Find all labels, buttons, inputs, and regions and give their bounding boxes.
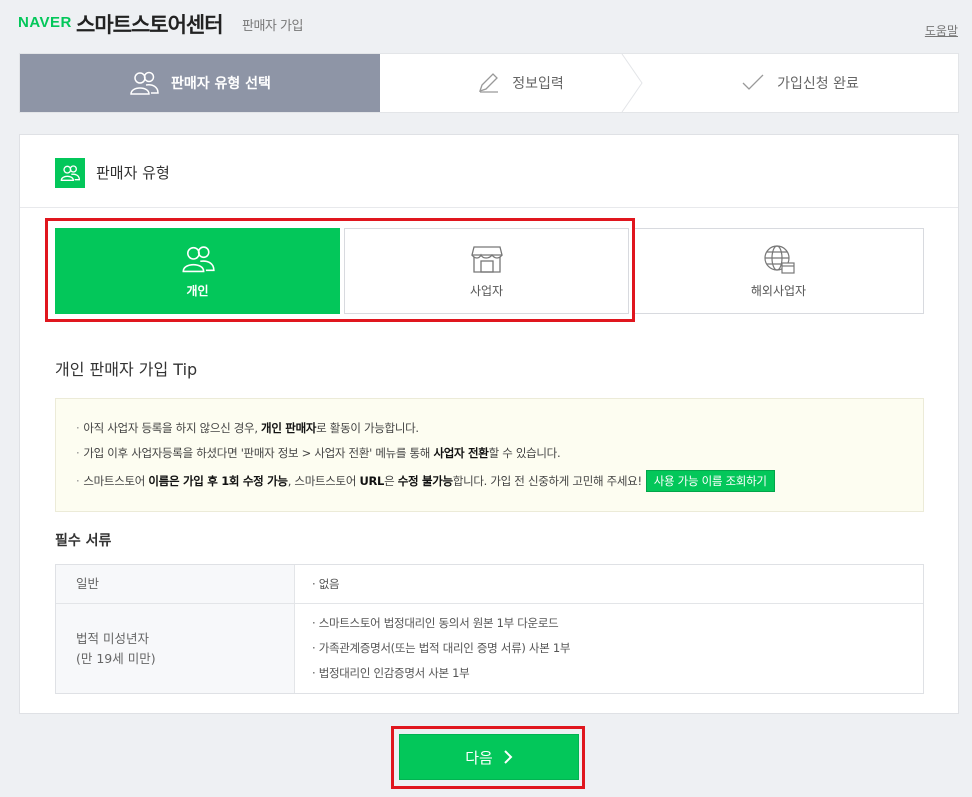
users-icon (129, 70, 159, 96)
tip-line: · 스마트스토어 이름은 가입 후 1회 수정 가능, 스마트스토어 URL은 수… (76, 470, 923, 495)
pencil-icon (476, 71, 500, 95)
tip-text: 할 수 있습니다. (488, 446, 561, 460)
tip-text-bold: 사업자 전환 (433, 446, 489, 460)
tip-text: 아직 사업자 등록을 하지 않으신 경우, (83, 421, 262, 435)
docs-value: · 없음 (312, 576, 340, 591)
chevron-right-icon (503, 750, 513, 764)
seller-type-options: 개인 사업자 해외사업자 (55, 228, 924, 314)
docs-value-text[interactable]: 스마트스토어 법정대리인 동의서 원본 1부 다운로드 (319, 616, 559, 630)
seller-type-card: 판매자 유형 개인 사업자 해외사업자 개인 판매자 가입 Tip · 아직 사… (19, 134, 959, 714)
docs-value-text: 법정대리인 인감증명서 사본 1부 (318, 666, 470, 680)
signup-stepper: 판매자 유형 선택 정보입력 가입신청 완료 (19, 53, 959, 113)
seller-type-label: 해외사업자 (750, 283, 807, 298)
seller-type-label: 개인 (186, 283, 209, 298)
docs-key-line: (만 19세 미만) (76, 650, 156, 666)
tip-line: · 가입 이후 사업자등록을 하셨다면 '판매자 정보 > 사업자 전환' 메뉴를… (76, 445, 923, 470)
next-button-label: 다음 (465, 748, 493, 767)
check-available-name-button[interactable]: 사용 가능 이름 조회하기 (645, 470, 775, 492)
tip-text: 로 활동이 가능합니다. (316, 421, 419, 435)
docs-values: · 없음 (312, 565, 340, 603)
next-button[interactable]: 다음 (399, 734, 579, 780)
docs-key-line: 법적 미성년자 (76, 630, 149, 646)
docs-key: 일반 (56, 565, 295, 603)
users-icon (55, 158, 85, 188)
step-complete: 가입신청 완료 (640, 54, 960, 112)
tip-text: 은 (384, 474, 398, 488)
check-icon (741, 73, 765, 93)
docs-value[interactable]: · 스마트스토어 법정대리인 동의서 원본 1부 다운로드 (312, 611, 570, 636)
table-row: 일반 · 없음 (56, 565, 923, 604)
docs-values: · 스마트스토어 법정대리인 동의서 원본 1부 다운로드 · 가족관계증명서(… (312, 604, 570, 693)
seller-type-personal-button[interactable]: 개인 (55, 228, 340, 314)
required-docs-table: 일반 · 없음 법적 미성년자 (만 19세 미만) · 스마트스토어 법정대리… (55, 564, 924, 694)
step-label: 정보입력 (512, 76, 564, 92)
docs-value-text: 가족관계증명서(또는 법적 대리인 증명 서류) 사본 1부 (318, 641, 571, 655)
step-label: 판매자 유형 선택 (171, 76, 271, 92)
help-link[interactable]: 도움말 (925, 22, 958, 39)
tip-line: · 아직 사업자 등록을 하지 않으신 경우, 개인 판매자로 활동이 가능합니다… (76, 420, 923, 445)
table-row: 법적 미성년자 (만 19세 미만) · 스마트스토어 법정대리인 동의서 원본… (56, 604, 923, 693)
tip-text: 스마트스토어 (83, 474, 149, 488)
users-icon (181, 244, 215, 274)
step-info-input: 정보입력 (400, 54, 640, 112)
step-arrow (360, 54, 380, 112)
tip-text: 가입 이후 사업자등록을 하셨다면 '판매자 정보 > 사업자 전환' 메뉴를 … (83, 446, 434, 460)
step-seller-type: 판매자 유형 선택 (20, 54, 380, 112)
store-icon (470, 244, 503, 274)
required-docs-title: 필수 서류 (55, 533, 112, 549)
naver-logo[interactable]: NAVER (18, 14, 72, 31)
tip-text-bold: URL (359, 474, 385, 488)
bullet: · (76, 421, 80, 435)
docs-value: · 가족관계증명서(또는 법적 대리인 증명 서류) 사본 1부 (312, 641, 571, 655)
tip-text-bold: 개인 판매자 (261, 421, 317, 435)
page-header: NAVER 스마트스토어센터 판매자 가입 도움말 (0, 0, 972, 48)
tip-text: 합니다. 가입 전 신중하게 고민해 주세요! (452, 474, 642, 488)
docs-value: · 법정대리인 인감증명서 사본 1부 (312, 666, 470, 680)
section-header: 판매자 유형 (20, 135, 958, 208)
docs-value-text: 없음 (318, 576, 340, 591)
globe-store-icon (763, 244, 795, 274)
tip-title: 개인 판매자 가입 Tip (55, 360, 198, 379)
tip-box: · 아직 사업자 등록을 하지 않으신 경우, 개인 판매자로 활동이 가능합니다… (55, 398, 924, 512)
section-title: 판매자 유형 (96, 164, 170, 182)
seller-type-business-button[interactable]: 사업자 (344, 228, 629, 314)
tip-text: , 스마트스토어 (287, 474, 360, 488)
bullet: · (76, 474, 80, 488)
seller-type-overseas-button[interactable]: 해외사업자 (633, 228, 924, 314)
smartstore-center-title[interactable]: 스마트스토어센터 (76, 9, 224, 39)
tip-text-bold: 이름은 가입 후 1회 수정 가능 (148, 474, 288, 488)
seller-type-label: 사업자 (469, 283, 504, 298)
page-subtitle: 판매자 가입 (242, 19, 303, 34)
step-label: 가입신청 완료 (777, 76, 859, 92)
docs-key: 법적 미성년자 (만 19세 미만) (56, 604, 295, 693)
tip-text-bold: 수정 불가능 (397, 474, 453, 488)
bullet: · (76, 446, 80, 460)
